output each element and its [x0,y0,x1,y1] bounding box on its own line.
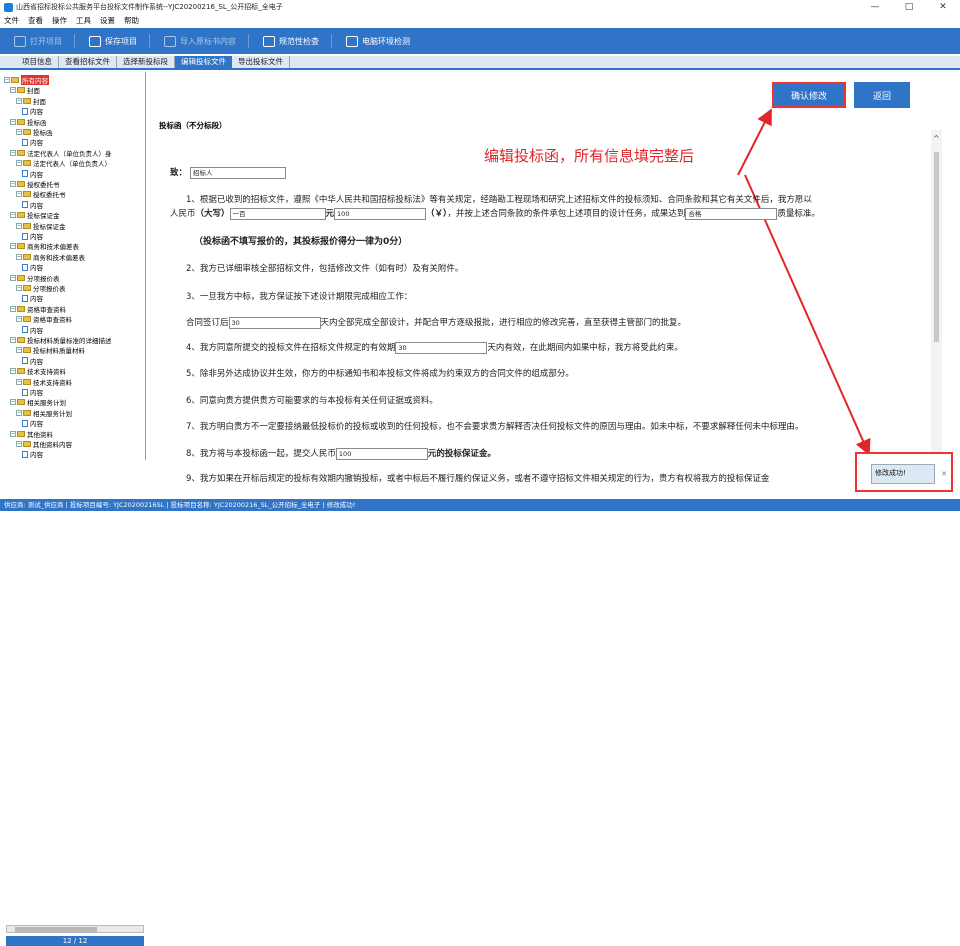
status-bar: 供应商: 测试_供应商 | 投标项目编号: YJC20200216SL | 投标… [0,499,960,511]
para-1a: 1、根据已收到的招标文件，遵照《中华人民共和国招标投标法》等有关规定，经踏勘工程… [186,195,812,205]
design-days-input[interactable]: 30 [228,316,321,329]
recipient-input[interactable]: 招标人 [189,166,286,179]
para-9: 9、我方如果在开标后规定的投标有效期内撤销投标，或者中标后不履行履约保证义务，或… [186,474,770,484]
para-2: 2、我方已详细审核全部招标文件，包括修改文件（如有时）及有关附件。 [186,264,464,274]
price-caps-input[interactable]: 一百 [229,207,326,220]
validity-days-input[interactable]: 30 [395,341,488,354]
toast-close-icon[interactable]: ✕ [941,470,947,478]
para-7: 7、我方明白贵方不一定要接纳最低投标价的投标或收到的任何投标，也不会要求贵方解释… [186,422,804,432]
editor-vertical-scrollbar[interactable]: ^ [931,130,942,486]
price-number-input[interactable]: 100 [334,207,427,220]
success-toast: 修改成功! ✕ [855,452,953,492]
annotation-arrows [737,108,871,456]
para-1b: 人民币（大写） 一百元 100 （￥），并按上述合同条款的条件承包上述项目的设计任务，… [170,207,820,220]
para-6: 6、同意向贵方提供贵方可能要求的与本投标有关任何证据或资料。 [186,396,438,406]
para-4: 4、我方同意所提交的投标文件在招标文件规定的有效期 30 天内有效，在此期间内如果中… [186,341,683,354]
para-3: 3、一旦我方中标，我方保证按下述设计期限完成相应工作： [186,292,413,302]
to-line: 致： 招标人 [170,166,286,179]
tree-horizontal-scrollbar[interactable] [6,925,144,933]
deposit-input[interactable]: 100 [335,447,428,460]
quality-input[interactable]: 合格 [685,207,778,220]
scroll-up-icon[interactable]: ^ [933,134,940,143]
para-8: 8、我方将与本投标函一起，提交人民币 100 元的投标保证金。 [186,447,496,460]
toast-message: 修改成功! [871,464,935,484]
para-3b: 合同签订后 30 天内全部完成全部设计，并配合甲方逐级报批，进行相应的修改完善，直至… [186,316,687,329]
price-note: （投标函不填写报价的，其投标报价得分一律为0分） [194,237,408,247]
para-5: 5、除非另外达成协议并生效，你方的中标通知书和本投标文件将成为约束双方的合同文件… [186,369,574,379]
tree-pager: 12 / 12 [6,936,144,946]
